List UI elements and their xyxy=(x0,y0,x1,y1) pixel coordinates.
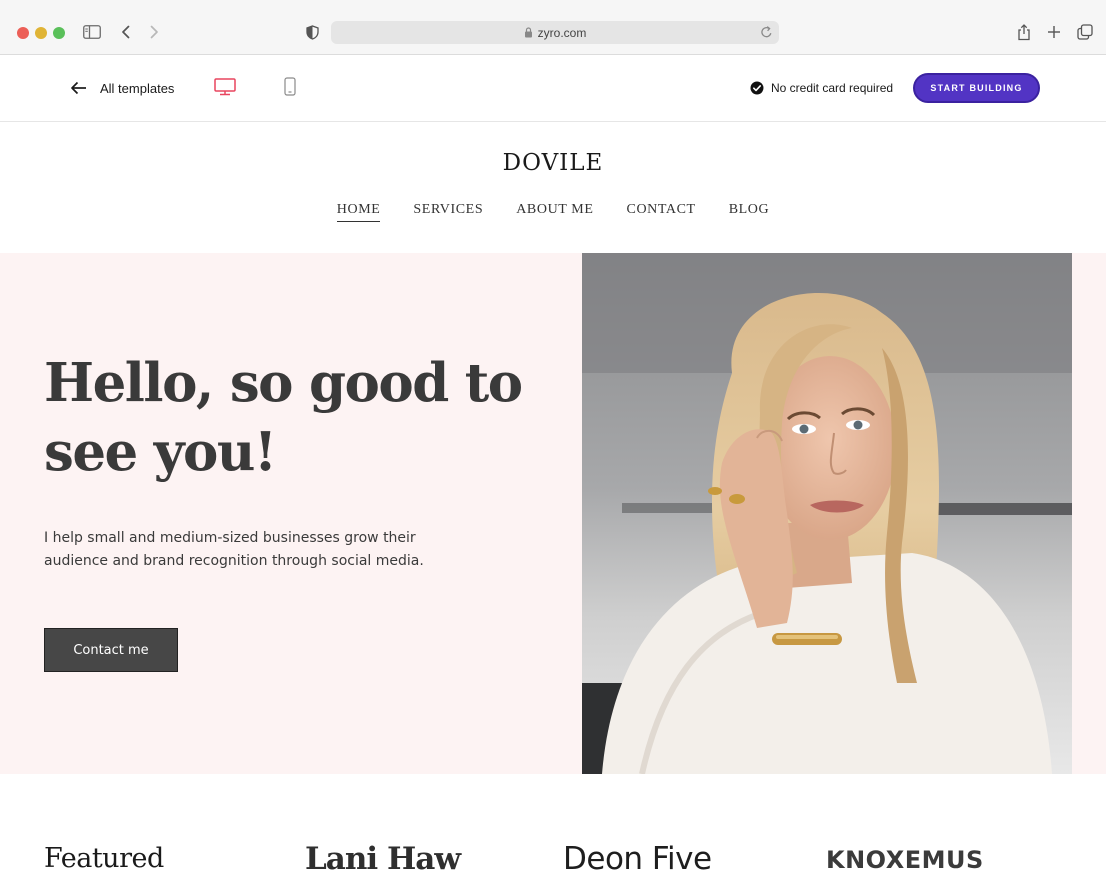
chevron-left-icon[interactable] xyxy=(117,22,133,42)
plus-icon[interactable] xyxy=(1046,22,1062,42)
url-text: zyro.com xyxy=(537,25,587,40)
minimize-window-button[interactable] xyxy=(35,27,47,39)
all-templates-label: All templates xyxy=(100,80,175,96)
close-window-button[interactable] xyxy=(17,27,29,39)
featured-heading: Featured xyxy=(44,843,164,874)
tabs-overview-icon[interactable] xyxy=(1076,22,1094,42)
arrow-left-icon xyxy=(70,81,87,95)
nav-item-blog[interactable]: BLOG xyxy=(729,202,770,222)
nav-item-contact[interactable]: CONTACT xyxy=(627,202,696,222)
nav-item-services[interactable]: SERVICES xyxy=(413,202,483,222)
no-credit-card-note: No credit card required xyxy=(750,78,893,98)
desktop-preview-icon[interactable] xyxy=(214,78,236,98)
address-bar[interactable]: zyro.com xyxy=(331,21,779,44)
site-logo[interactable]: DOVILE xyxy=(0,150,1106,176)
featured-logo-lani-haw: Lani Haw xyxy=(305,841,461,877)
hero-text: I help small and medium-sized businesses… xyxy=(44,530,424,569)
hero-title: Hello, so good to see you! xyxy=(44,352,523,483)
mobile-preview-icon[interactable] xyxy=(284,77,296,97)
start-building-button[interactable]: START BUILDING xyxy=(913,73,1040,103)
reload-icon[interactable] xyxy=(760,25,773,39)
hero-portrait-image xyxy=(582,253,1072,774)
hero-section: Hello, so good to see you! I help small … xyxy=(0,253,1106,774)
nav-item-home[interactable]: HOME xyxy=(336,202,381,222)
chevron-right-icon[interactable] xyxy=(146,22,162,42)
featured-logo-deon-five: Deon Five xyxy=(563,841,712,877)
featured-logo-knoxemus: KNOXEMUS xyxy=(826,846,984,874)
lock-icon xyxy=(524,27,533,38)
builder-toolbar: All templates No credit card required ST… xyxy=(0,56,1106,122)
zoom-window-button[interactable] xyxy=(53,27,65,39)
credit-note-text: No credit card required xyxy=(771,81,894,95)
all-templates-link[interactable]: All templates xyxy=(70,76,174,100)
check-circle-icon xyxy=(750,81,764,95)
browser-chrome: zyro.com xyxy=(0,0,1106,55)
contact-me-button[interactable]: Contact me xyxy=(44,628,178,672)
share-icon[interactable] xyxy=(1016,22,1032,42)
sidebar-icon[interactable] xyxy=(83,22,101,42)
shield-icon[interactable] xyxy=(304,22,320,42)
nav-item-about-me[interactable]: ABOUT ME xyxy=(516,202,593,222)
site-nav: HOME SERVICES ABOUT ME CONTACT BLOG xyxy=(0,202,1106,222)
